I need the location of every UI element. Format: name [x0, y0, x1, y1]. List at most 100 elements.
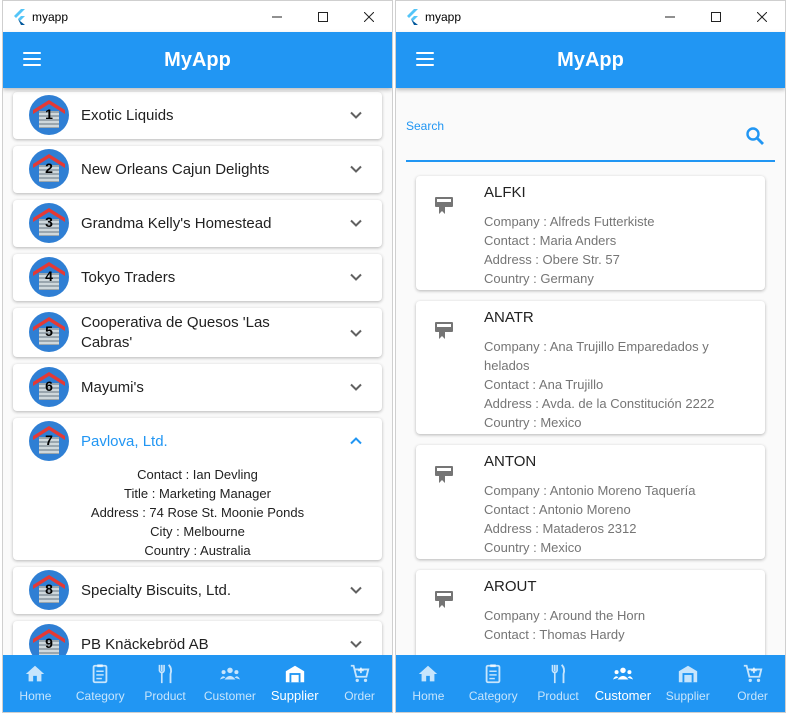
order-icon [743, 664, 762, 683]
customer-icon [219, 667, 240, 680]
chevron-down-icon[interactable] [350, 109, 362, 121]
nav-customer[interactable]: Customer [590, 655, 655, 712]
close-button[interactable] [739, 1, 785, 32]
product-icon [551, 664, 566, 684]
title-bar: myapp [3, 1, 392, 32]
supplier-card[interactable]: 1 Exotic Liquids [13, 92, 382, 139]
chevron-down-icon[interactable] [350, 217, 362, 229]
supplier-name: New Orleans Cajun Delights [81, 161, 270, 178]
window-title: myapp [32, 9, 69, 24]
customer-id: ANTON [484, 453, 537, 470]
customer-card-icon [435, 591, 453, 608]
chevron-down-icon[interactable] [350, 327, 362, 339]
nav-order[interactable]: Order [720, 655, 785, 712]
nav-home[interactable]: Home [3, 655, 68, 712]
minimize-icon [665, 16, 675, 17]
minimize-button[interactable] [254, 1, 300, 32]
supplier-name: Cooperativa de Quesos 'Las Cabras' [81, 314, 270, 351]
supplier-avatar: 2 [29, 149, 69, 189]
nav-product[interactable]: Product [526, 655, 591, 712]
app-bar: MyApp [3, 32, 392, 88]
maximize-button[interactable] [693, 1, 739, 32]
close-button[interactable] [346, 1, 392, 32]
customer-window: myapp MyApp Search ALFKI Company : Alfre… [395, 0, 786, 713]
search-underline [406, 160, 775, 162]
customer-card-icon [435, 466, 453, 483]
chevron-down-icon[interactable] [350, 271, 362, 283]
supplier-name: Grandma Kelly's Homestead [81, 215, 272, 232]
home-icon [419, 665, 438, 682]
nav-product[interactable]: Product [133, 655, 198, 712]
supplier-card[interactable]: 4 Tokyo Traders [13, 254, 382, 301]
nav-supplier[interactable]: Supplier [262, 655, 327, 712]
supplier-avatar: 9 [29, 624, 69, 655]
supplier-card[interactable]: 2 New Orleans Cajun Delights [13, 146, 382, 193]
supplier-avatar: 1 [29, 95, 69, 135]
supplier-icon [678, 665, 697, 683]
customer-card[interactable]: ANTON Company : Antonio Moreno Taquería C… [416, 445, 765, 559]
customer-id: ALFKI [484, 184, 526, 201]
customer-card-icon [435, 197, 453, 214]
hamburger-menu-icon[interactable] [23, 52, 41, 66]
close-icon [364, 11, 374, 22]
supplier-list[interactable]: 1 Exotic Liquids 2 New Orleans Cajun Del… [3, 88, 392, 655]
app-title: MyApp [557, 48, 624, 71]
app-title: MyApp [164, 48, 231, 71]
customer-card-icon [435, 322, 453, 339]
home-icon [26, 665, 45, 682]
supplier-card[interactable]: 3 Grandma Kelly's Homestead [13, 200, 382, 247]
customer-details: Company : Antonio Moreno Taquería Contact… [484, 483, 696, 555]
search-label: Search [406, 119, 445, 133]
customer-details: Company : Alfreds Futterkiste Contact : M… [484, 214, 655, 286]
supplier-window: myapp MyApp 1 Exotic Liquids 2 New Orlea… [2, 0, 393, 713]
product-icon [158, 664, 173, 684]
chevron-down-icon[interactable] [350, 638, 362, 650]
customer-content: Search ALFKI Company : Alfreds Futterkis… [396, 88, 785, 655]
customer-card[interactable]: ANATR Company : Ana Trujillo Emparedados… [416, 301, 765, 434]
chevron-down-icon[interactable] [350, 381, 362, 393]
search-input[interactable] [406, 134, 736, 158]
nav-home[interactable]: Home [396, 655, 461, 712]
minimize-icon [272, 16, 282, 17]
supplier-avatar: 6 [29, 367, 69, 407]
customer-details: Company : Ana Trujillo Emparedados y hel… [484, 339, 715, 430]
maximize-icon [711, 11, 721, 22]
search-icon[interactable] [745, 126, 765, 146]
detail-city: City : Melbourne [150, 524, 245, 539]
category-icon [92, 664, 108, 684]
detail-country: Country : Australia [144, 543, 251, 558]
supplier-card-expanded[interactable]: 7 Pavlova, Ltd. Contact : Ian Devling Ti… [13, 418, 382, 560]
supplier-name: PB Knäckebröd AB [81, 636, 209, 653]
minimize-button[interactable] [647, 1, 693, 32]
supplier-name: Specialty Biscuits, Ltd. [81, 582, 232, 599]
supplier-card[interactable]: 6 Mayumi's [13, 364, 382, 411]
nav-order[interactable]: Order [327, 655, 392, 712]
supplier-avatar: 4 [29, 257, 69, 297]
supplier-card[interactable]: 9 PB Knäckebröd AB [13, 621, 382, 655]
supplier-name: Mayumi's [81, 379, 144, 396]
detail-address: Address : 74 Rose St. Moonie Ponds [90, 505, 305, 520]
chevron-down-icon[interactable] [350, 163, 362, 175]
supplier-name: Pavlova, Ltd. [81, 433, 168, 450]
chevron-up-icon[interactable] [350, 435, 362, 447]
nav-supplier[interactable]: Supplier [655, 655, 720, 712]
bottom-navigation: Home Category Product Customer Supplier … [396, 655, 785, 712]
supplier-details: Contact : Ian Devling Title : Marketing … [13, 465, 382, 560]
customer-id: ANATR [484, 309, 534, 326]
detail-title: Title : Marketing Manager [124, 486, 271, 501]
customer-card[interactable]: AROUT Company : Around the Horn Contact :… [416, 570, 765, 655]
maximize-button[interactable] [300, 1, 346, 32]
customer-details: Company : Around the Horn Contact : Thoma… [484, 608, 646, 642]
chevron-down-icon[interactable] [350, 584, 362, 596]
customer-card[interactable]: ALFKI Company : Alfreds Futterkiste Conta… [416, 176, 765, 290]
nav-customer[interactable]: Customer [197, 655, 262, 712]
supplier-avatar: 3 [29, 203, 69, 243]
nav-category[interactable]: Category [68, 655, 133, 712]
supplier-card[interactable]: 5 Cooperativa de Quesos 'Las Cabras' [13, 308, 382, 357]
window-title: myapp [425, 9, 462, 24]
nav-category[interactable]: Category [461, 655, 526, 712]
customer-id: AROUT [484, 578, 537, 595]
supplier-card[interactable]: 8 Specialty Biscuits, Ltd. [13, 567, 382, 614]
hamburger-menu-icon[interactable] [416, 52, 434, 66]
supplier-icon [285, 665, 304, 683]
